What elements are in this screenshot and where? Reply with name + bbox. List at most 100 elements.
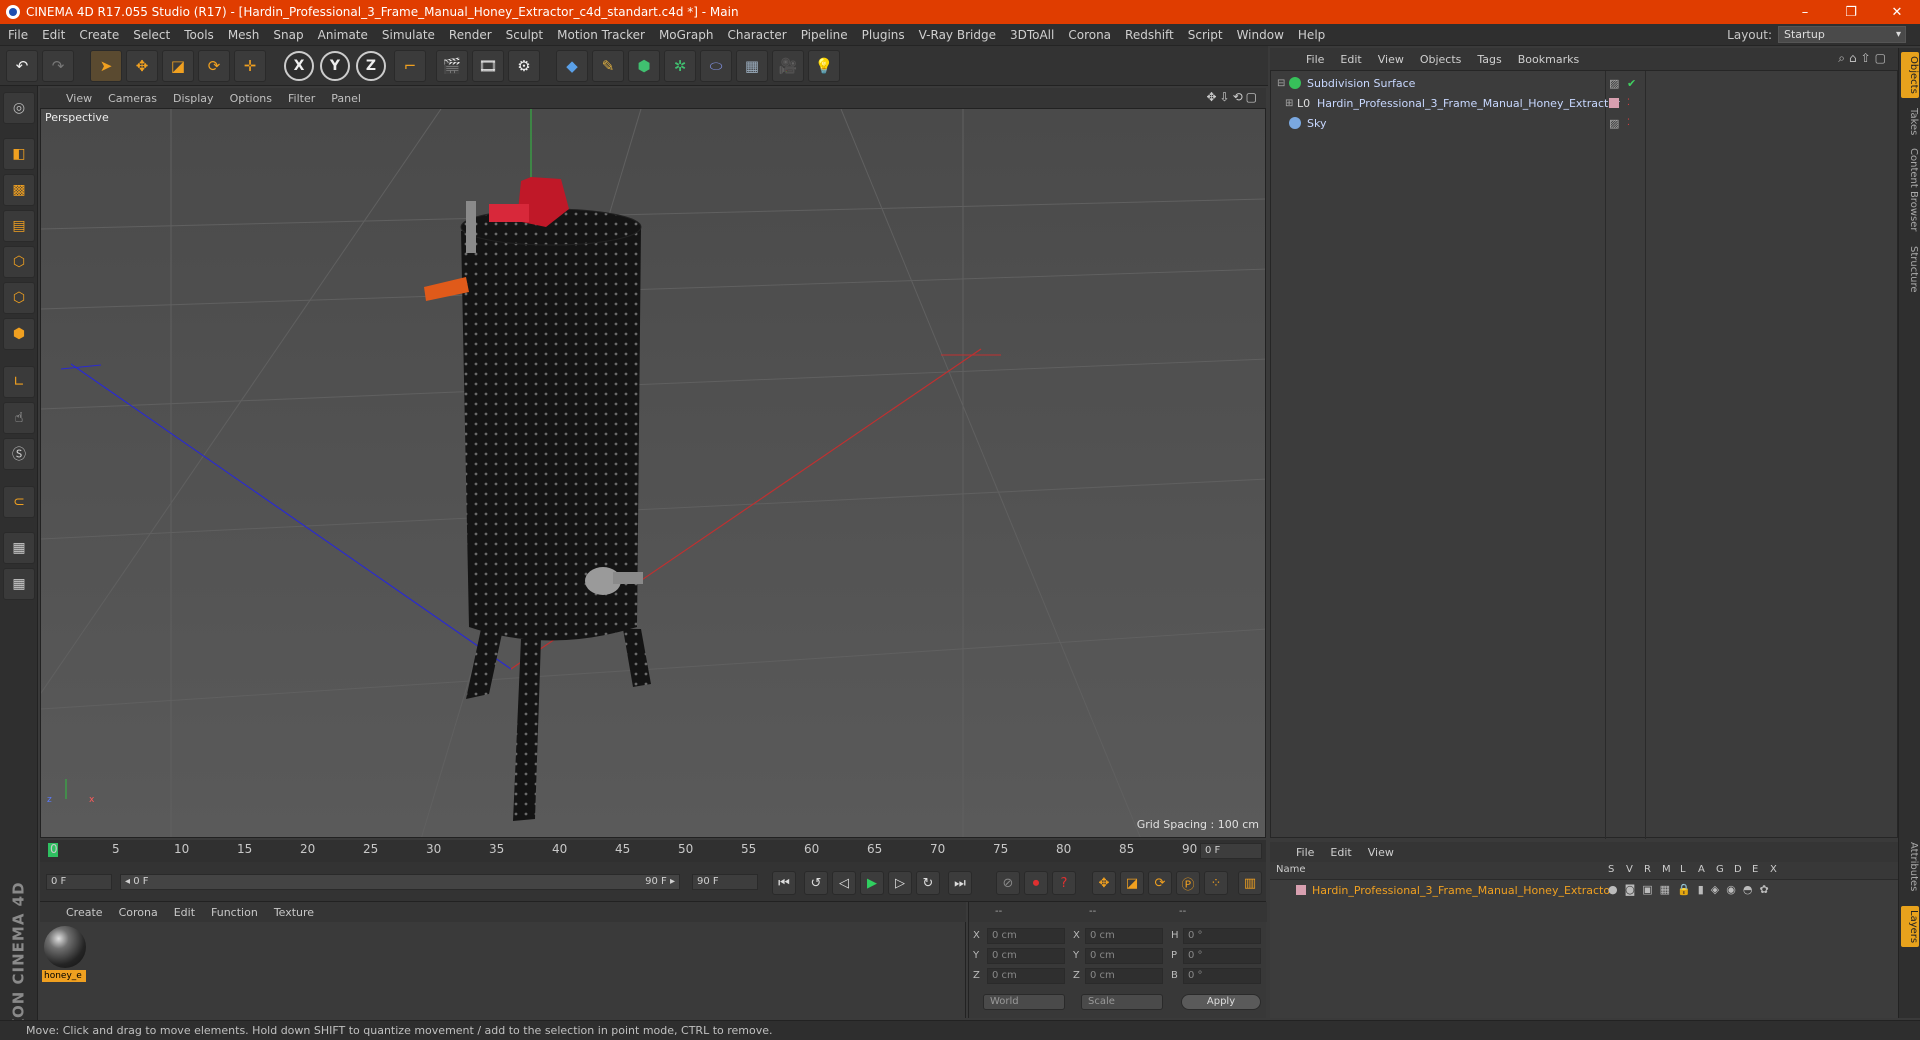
- range-slider[interactable]: ◂ 0 F 90 F ▸: [120, 874, 680, 890]
- tab-attributes[interactable]: Attributes: [1901, 838, 1919, 895]
- rotation-p-field[interactable]: 0 °: [1183, 948, 1261, 964]
- object-menu-bookmarks[interactable]: Bookmarks: [1518, 53, 1579, 66]
- axis-mode-icon[interactable]: ∟: [3, 366, 35, 398]
- menu-edit[interactable]: Edit: [42, 28, 65, 42]
- snap-icon[interactable]: ⊂: [3, 486, 35, 518]
- camera-icon[interactable]: 🎥: [772, 50, 804, 82]
- menu-3dtoall[interactable]: 3DToAll: [1010, 28, 1054, 42]
- end-frame-field[interactable]: 90 F: [692, 874, 758, 890]
- object-menu-edit[interactable]: Edit: [1340, 53, 1361, 66]
- record-keys-icon[interactable]: ⏺: [1024, 871, 1048, 895]
- rotate-icon[interactable]: ⟳: [198, 50, 230, 82]
- layer-menu-edit[interactable]: Edit: [1330, 846, 1351, 859]
- tweak-mode-icon[interactable]: ☝: [3, 402, 35, 434]
- viewport-menu-display[interactable]: Display: [173, 92, 214, 105]
- make-editable-icon[interactable]: ◎: [3, 92, 35, 124]
- object-menu-tags[interactable]: Tags: [1477, 53, 1501, 66]
- object-name[interactable]: Subdivision Surface: [1307, 77, 1415, 90]
- z-axis-lock-icon[interactable]: Z: [356, 51, 386, 81]
- menu-mesh[interactable]: Mesh: [228, 28, 260, 42]
- previous-key-icon[interactable]: ↺: [804, 871, 828, 895]
- object-menu-objects[interactable]: Objects: [1420, 53, 1462, 66]
- layer-name[interactable]: Hardin_Professional_3_Frame_Manual_Honey…: [1312, 884, 1615, 897]
- move-icon[interactable]: ✥: [126, 50, 158, 82]
- undo-icon[interactable]: ↶: [6, 50, 38, 82]
- scale-icon[interactable]: ◪: [162, 50, 194, 82]
- next-key-icon[interactable]: ↻: [916, 871, 940, 895]
- menu-animate[interactable]: Animate: [318, 28, 368, 42]
- material-name-label[interactable]: honey_e: [42, 970, 86, 982]
- menu-snap[interactable]: Snap: [273, 28, 303, 42]
- enabled-check-icon[interactable]: ✔: [1627, 77, 1636, 90]
- object-row[interactable]: Sky ▨ ⁚: [1271, 113, 1897, 133]
- layer-toggle-icons[interactable]: ●◙▣▦🔒▮◈◉◓✿: [1608, 883, 1776, 896]
- menu-motion-tracker[interactable]: Motion Tracker: [557, 28, 645, 42]
- viewport-menu-panel[interactable]: Panel: [331, 92, 361, 105]
- size-mode-dropdown[interactable]: Scale: [1081, 994, 1163, 1010]
- expand-icon[interactable]: ⊞: [1285, 98, 1293, 109]
- material-menu-corona[interactable]: Corona: [119, 906, 158, 919]
- menu-render[interactable]: Render: [449, 28, 492, 42]
- position-z-field[interactable]: 0 cm: [987, 968, 1065, 984]
- object-manager-search-icon[interactable]: ⌕⌂⇧▢: [1838, 51, 1890, 66]
- layout-dropdown[interactable]: Startup: [1778, 26, 1906, 43]
- tab-structure[interactable]: Structure: [1901, 242, 1919, 297]
- subdivision-surface-icon[interactable]: ⬢: [628, 50, 660, 82]
- layer-menu-view[interactable]: View: [1368, 846, 1394, 859]
- edges-mode-icon[interactable]: ⬡: [3, 282, 35, 314]
- material-preview-ball[interactable]: [44, 926, 86, 968]
- apply-button[interactable]: Apply: [1181, 994, 1261, 1010]
- object-name[interactable]: Hardin_Professional_3_Frame_Manual_Honey…: [1317, 97, 1620, 110]
- key-rotation-icon[interactable]: ⟳: [1148, 871, 1172, 895]
- viewport-menu-options[interactable]: Options: [230, 92, 272, 105]
- layer-menu-file[interactable]: File: [1296, 846, 1314, 859]
- tab-objects[interactable]: Objects: [1901, 52, 1919, 98]
- collapse-icon[interactable]: ⊟: [1277, 78, 1285, 89]
- viewport-menu-filter[interactable]: Filter: [288, 92, 315, 105]
- viewport-menu-cameras[interactable]: Cameras: [108, 92, 157, 105]
- menu-pipeline[interactable]: Pipeline: [801, 28, 848, 42]
- floor-icon[interactable]: ▦: [736, 50, 768, 82]
- live-selection-icon[interactable]: ➤: [90, 50, 122, 82]
- material-menu-create[interactable]: Create: [66, 906, 103, 919]
- rotation-b-field[interactable]: 0 °: [1183, 968, 1261, 984]
- tab-content-browser[interactable]: Content Browser: [1901, 144, 1919, 235]
- menu-help[interactable]: Help: [1298, 28, 1325, 42]
- menu-file[interactable]: File: [8, 28, 28, 42]
- material-menu-edit[interactable]: Edit: [174, 906, 195, 919]
- planar-workplane-icon[interactable]: ▦: [3, 568, 35, 600]
- object-menu-view[interactable]: View: [1378, 53, 1404, 66]
- deformer-icon[interactable]: ⬭: [700, 50, 732, 82]
- position-y-field[interactable]: 0 cm: [987, 948, 1065, 964]
- tab-takes[interactable]: Takes: [1901, 104, 1919, 139]
- pen-spline-icon[interactable]: ✎: [592, 50, 624, 82]
- close-button[interactable]: ✕: [1874, 0, 1920, 24]
- size-z-field[interactable]: 0 cm: [1085, 968, 1163, 984]
- key-position-icon[interactable]: ✥: [1092, 871, 1116, 895]
- size-y-field[interactable]: 0 cm: [1085, 948, 1163, 964]
- polygons-mode-icon[interactable]: ⬢: [3, 318, 35, 350]
- menu-script[interactable]: Script: [1188, 28, 1223, 42]
- motion-record-icon[interactable]: ⊘: [996, 871, 1020, 895]
- layer-manager-panel[interactable]: Hardin_Professional_3_Frame_Manual_Honey…: [1270, 880, 1898, 1018]
- menu-redshift[interactable]: Redshift: [1125, 28, 1174, 42]
- rotation-h-field[interactable]: 0 °: [1183, 928, 1261, 944]
- size-x-field[interactable]: 0 cm: [1085, 928, 1163, 944]
- points-mode-icon[interactable]: ⬡: [3, 246, 35, 278]
- menu-sculpt[interactable]: Sculpt: [506, 28, 543, 42]
- coordinate-system-icon[interactable]: ⌐: [394, 50, 426, 82]
- light-icon[interactable]: 💡: [808, 50, 840, 82]
- transform-icon[interactable]: ✛: [234, 50, 266, 82]
- render-picture-viewer-icon[interactable]: 🎞: [472, 50, 504, 82]
- position-x-field[interactable]: 0 cm: [987, 928, 1065, 944]
- texture-mode-icon[interactable]: ▩: [3, 174, 35, 206]
- layer-row[interactable]: Hardin_Professional_3_Frame_Manual_Honey…: [1270, 882, 1896, 900]
- coordinate-space-dropdown[interactable]: World: [983, 994, 1065, 1010]
- material-menu-function[interactable]: Function: [211, 906, 258, 919]
- go-to-start-icon[interactable]: ⏮: [772, 871, 796, 895]
- start-frame-field[interactable]: 0 F: [46, 874, 112, 890]
- viewport-navigation-icon[interactable]: ✥⇩⟲▢: [1206, 90, 1260, 104]
- minimize-button[interactable]: –: [1782, 0, 1828, 24]
- object-menu-file[interactable]: File: [1306, 53, 1324, 66]
- key-parameter-icon[interactable]: Ⓟ: [1176, 871, 1200, 895]
